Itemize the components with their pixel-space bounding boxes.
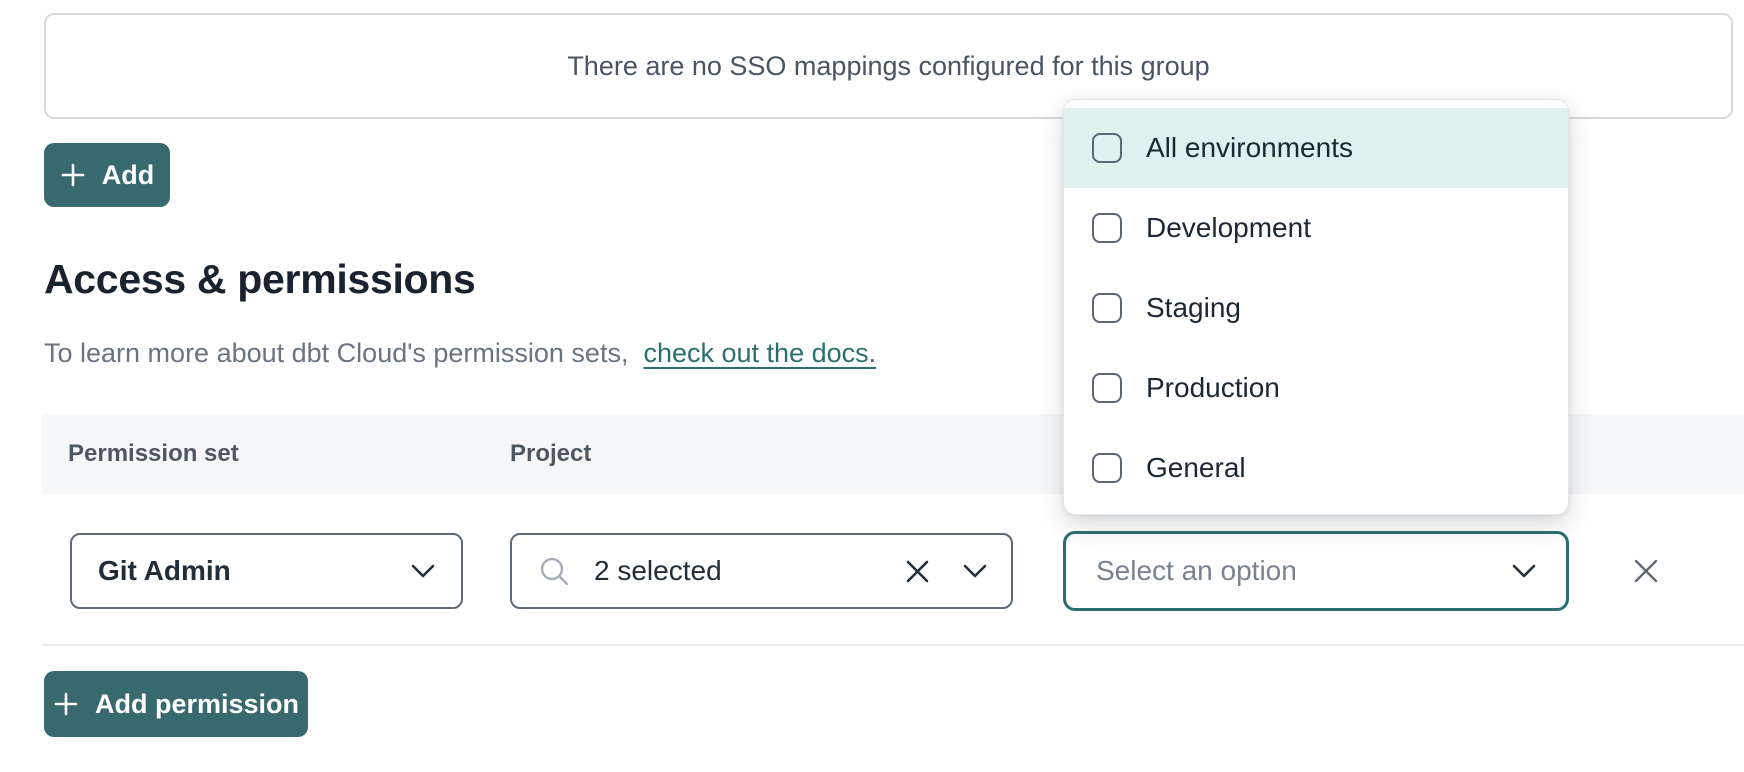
- plus-icon: [60, 162, 86, 188]
- column-header-project: Project: [510, 440, 591, 468]
- dropdown-option-staging[interactable]: Staging: [1064, 268, 1568, 348]
- dropdown-option-label: General: [1146, 452, 1246, 484]
- group-settings-page: There are no SSO mappings configured for…: [0, 0, 1744, 772]
- checkbox-unchecked-icon[interactable]: [1092, 293, 1122, 323]
- plus-icon: [53, 691, 79, 717]
- checkbox-unchecked-icon[interactable]: [1092, 133, 1122, 163]
- environment-dropdown-menu: All environments Development Staging Pro…: [1063, 99, 1569, 515]
- page-title: Access & permissions: [44, 256, 476, 303]
- clear-selection-icon[interactable]: [904, 558, 931, 585]
- dropdown-option-production[interactable]: Production: [1064, 348, 1568, 428]
- dropdown-option-label: Staging: [1146, 292, 1241, 324]
- add-sso-mapping-button[interactable]: Add: [44, 143, 170, 207]
- chevron-down-icon: [963, 564, 987, 579]
- column-header-permission-set: Permission set: [68, 440, 239, 468]
- add-permission-button-label: Add permission: [95, 689, 299, 720]
- permission-set-value: Git Admin: [98, 555, 231, 587]
- environment-select[interactable]: Select an option: [1063, 531, 1569, 611]
- dropdown-option-label: All environments: [1146, 132, 1353, 164]
- dropdown-option-label: Development: [1146, 212, 1311, 244]
- dropdown-option-general[interactable]: General: [1064, 428, 1568, 508]
- permission-set-select[interactable]: Git Admin: [70, 533, 463, 609]
- chevron-down-icon: [411, 564, 435, 579]
- close-icon: [1630, 555, 1662, 587]
- description-text: To learn more about dbt Cloud's permissi…: [44, 338, 628, 368]
- dropdown-option-all-environments[interactable]: All environments: [1064, 108, 1568, 188]
- checkbox-unchecked-icon[interactable]: [1092, 453, 1122, 483]
- dropdown-option-development[interactable]: Development: [1064, 188, 1568, 268]
- docs-link[interactable]: check out the docs.: [643, 338, 876, 368]
- project-selected-count: 2 selected: [594, 555, 722, 587]
- environment-placeholder: Select an option: [1096, 555, 1297, 587]
- dropdown-option-label: Production: [1146, 372, 1280, 404]
- remove-permission-row-button[interactable]: [1620, 545, 1672, 597]
- search-icon: [538, 555, 570, 587]
- add-button-label: Add: [102, 160, 154, 191]
- permissions-description: To learn more about dbt Cloud's permissi…: [44, 338, 876, 369]
- sso-empty-message: There are no SSO mappings configured for…: [567, 51, 1209, 82]
- checkbox-unchecked-icon[interactable]: [1092, 213, 1122, 243]
- row-divider: [42, 644, 1744, 646]
- project-multiselect[interactable]: 2 selected: [510, 533, 1013, 609]
- add-permission-button[interactable]: Add permission: [44, 671, 308, 737]
- checkbox-unchecked-icon[interactable]: [1092, 373, 1122, 403]
- chevron-down-icon: [1512, 564, 1536, 579]
